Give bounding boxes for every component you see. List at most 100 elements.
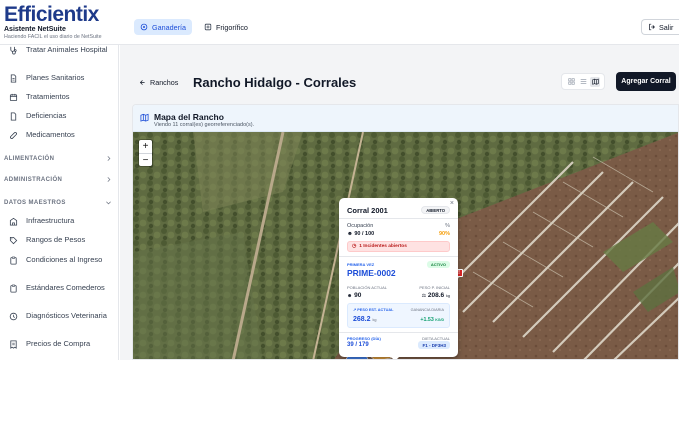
sidebar-section-datos-maestros[interactable]: DATOS MAESTROS [4, 199, 112, 206]
divider [339, 256, 458, 257]
grid-view-button[interactable] [566, 77, 576, 87]
progreso-value: 39 / 179 [347, 342, 369, 348]
chevron-right-icon [107, 156, 111, 161]
clipboard-icon [10, 256, 17, 265]
section-label: DATOS MAESTROS [4, 199, 66, 206]
pill-icon [10, 131, 17, 139]
sidebar-item-label: Deficiencias [26, 111, 67, 120]
sidebar-item-medicamentos[interactable]: Medicamentos [9, 130, 117, 140]
sidebar-item-label: Estándares Comederos [26, 283, 105, 292]
top-header: Efficientix Asistente NetSuite Haciendo … [0, 0, 679, 45]
sidebar-item-label: Medicamentos [26, 130, 75, 139]
tab-frigorifico[interactable]: Frigorífico [198, 19, 254, 35]
zoom-out-button[interactable]: − [139, 153, 152, 166]
users-icon: ☻ [347, 293, 353, 299]
popup-tail [390, 356, 400, 359]
clock-icon: ◷ [352, 244, 357, 249]
poblacion-value: ☻ 90 [347, 292, 361, 299]
sidebar-item-tratar-animales[interactable]: Tratar Animales Hospital [9, 45, 117, 55]
map-subtitle: Viendo 11 corral(es) georreferenciado(s)… [154, 121, 255, 128]
dieta-badge: F1 - DF3H3 [418, 341, 450, 349]
poblacion-count: 90 [354, 292, 362, 299]
sidebar-item-infraestructura[interactable]: Infraestructura [9, 216, 117, 226]
peso-estimado-unit: kg [372, 318, 377, 322]
ganancia-value: +1.53 KG/D [420, 317, 444, 323]
peso-inicial-number: 208.6 [427, 292, 445, 299]
sidebar-item-deficiencias[interactable]: Deficiencias [9, 111, 117, 121]
list-view-button[interactable] [578, 77, 588, 87]
brand-logo: Efficientix [4, 3, 99, 26]
sidebar-item-planes-sanitarios[interactable]: Planes Sanitarios [9, 73, 117, 83]
brand-title: Asistente NetSuite [4, 26, 66, 33]
sidebar-item-estandares-comederos[interactable]: Estándares Comederos [9, 283, 117, 293]
incident-alert[interactable]: ◷ 1 Incidentes abiertos [347, 241, 450, 252]
tab-ganaderia[interactable]: Ganadería [134, 19, 192, 35]
logout-button[interactable]: Salir [641, 19, 679, 35]
stethoscope-icon [10, 46, 17, 54]
zoom-controls: + − [139, 140, 152, 166]
sidebar-item-label: Rangos de Pesos [26, 235, 86, 244]
occupancy-value: ☻ 90 / 100 [347, 231, 374, 237]
back-link[interactable]: Ranchos [139, 78, 178, 87]
sidebar-item-label: Infraestructura [26, 216, 75, 225]
section-label: ADMINISTRACIÓN [4, 176, 63, 183]
tab-label: Ganadería [152, 22, 186, 32]
map-title: Mapa del Rancho [154, 112, 224, 122]
sidebar-item-condiciones-ingreso[interactable]: Condiciones al Ingreso [9, 255, 117, 265]
sidebar-item-label: Tratar Animales Hospital [26, 45, 108, 54]
tag-icon [9, 236, 18, 244]
primera-vez-label: PRIMERA VEZ [347, 262, 375, 267]
sidebar-item-diagnosticos-veterinaria[interactable]: Diagnósticos Veterinaria [9, 311, 117, 321]
peso-estimado-label-text: PESO EST. ACTUAL [357, 308, 394, 312]
peso-estimado-number: 268.2 [353, 316, 371, 323]
incident-alert-text: 1 Incidentes abiertos [359, 244, 407, 249]
calendar-icon [9, 93, 18, 101]
divider [339, 332, 458, 333]
progreso-label: PROGRESO (DÍA) [347, 336, 381, 341]
occupancy-percent-label: % [445, 223, 450, 229]
file-icon [10, 111, 17, 121]
sidebar-section-administracion[interactable]: ADMINISTRACIÓN [4, 176, 112, 183]
cow-icon [140, 23, 148, 31]
sidebar-item-label: Planes Sanitarios [26, 73, 85, 82]
divider [339, 218, 458, 219]
add-corral-button[interactable]: Agregar Corral [616, 72, 676, 91]
users-icon: ☻ [347, 231, 353, 237]
sidebar-item-rangos-pesos[interactable]: Rangos de Pesos [9, 235, 117, 245]
active-badge: ACTIVO [426, 261, 450, 268]
zoom-in-button[interactable]: + [139, 140, 152, 153]
tab-label: Frigorífico [215, 22, 248, 32]
chevron-down-icon [106, 201, 111, 205]
receipt-icon [10, 339, 17, 349]
logout-icon [649, 23, 655, 31]
arrow-left-icon [139, 80, 145, 85]
list-icon [580, 79, 586, 84]
sidebar-item-label: Tratamientos [26, 92, 70, 101]
view-toggle [561, 73, 605, 90]
popup-title: Corral 2001 [347, 206, 388, 215]
sidebar-item-label: Diagnósticos Veterinaria [26, 311, 107, 320]
map-card-header: Mapa del Rancho Viendo 11 corral(es) geo… [133, 105, 678, 132]
primera-vez-code: PRIME-0002 [347, 268, 396, 278]
poblacion-label: POBLACIÓN ACTUAL [347, 285, 388, 290]
peso-inicial-unit: kg [445, 294, 450, 298]
main-content: Ranchos Rancho Hidalgo - Corrales Agrega… [120, 45, 679, 360]
sidebar-item-label: Condiciones al Ingreso [26, 255, 103, 264]
sidebar-section-alimentacion[interactable]: ALIMENTACIÓN [4, 155, 112, 162]
brand: Efficientix Asistente NetSuite Haciendo … [4, 3, 124, 41]
ganancia-label: GANANCIA DIARIA [410, 308, 444, 312]
trend-icon: ↗ [353, 308, 357, 312]
sidebar-item-label: Precios de Compra [26, 339, 91, 348]
map-view-button[interactable] [590, 76, 600, 87]
back-label: Ranchos [150, 78, 179, 87]
occupancy-percent: 90% [438, 231, 450, 237]
sidebar-item-tratamientos[interactable]: Tratamientos [9, 92, 117, 102]
weight-estimate-box: ↗ PESO EST. ACTUAL GANANCIA DIARIA 268.2… [347, 303, 450, 328]
scale-icon: ⚖ [421, 293, 427, 299]
sidebar-item-precios-compra[interactable]: Precios de Compra [9, 339, 117, 349]
corral-popup: × Corral 2001 ABIERTO Ocupación % ☻ 90 /… [339, 198, 458, 359]
map-card: Mapa del Rancho Viendo 11 corral(es) geo… [132, 104, 679, 360]
close-icon[interactable]: × [450, 200, 454, 207]
activity-icon [9, 312, 18, 320]
app-window: Efficientix Asistente NetSuite Haciendo … [0, 0, 679, 360]
